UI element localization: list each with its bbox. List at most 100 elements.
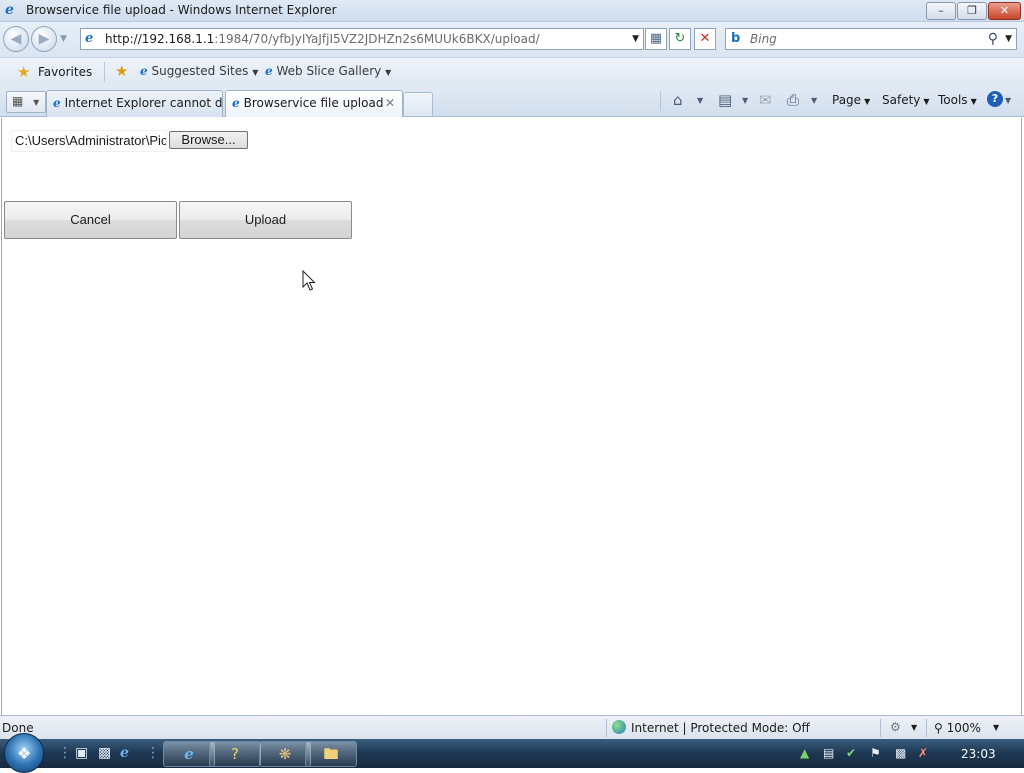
address-bar[interactable]: e http://192.168.1.1:1984/70/yfbJyIYaJfj… (80, 28, 644, 50)
network-tray-icon[interactable]: ▲ (800, 746, 809, 760)
ie-page-icon: e (232, 96, 240, 110)
browse-button[interactable]: Browse... (169, 131, 248, 149)
feeds-dropdown-icon[interactable]: ▼ (742, 96, 748, 105)
favorites-star-icon: ★ (17, 63, 31, 81)
close-tab-icon[interactable]: ✕ (385, 96, 395, 110)
server-manager-icon[interactable]: ▩ (98, 745, 111, 761)
compatibility-view-icon[interactable]: ▦ (645, 28, 667, 50)
globe-icon (612, 720, 626, 734)
taskbar-paint-app[interactable]: ❋ (259, 741, 311, 767)
separator (926, 719, 927, 737)
volume-muted-icon[interactable]: ✗ (918, 746, 928, 760)
home-icon[interactable]: ⌂ (673, 91, 683, 109)
chevron-down-icon: ▼ (923, 97, 930, 106)
zoom-label: 100% (946, 721, 981, 735)
navigation-bar: ◀ ▶ ▼ e http://192.168.1.1:1984/70/yfbJy… (0, 22, 1024, 57)
help-dropdown-icon[interactable]: ▼ (1005, 96, 1011, 105)
suggested-sites-link[interactable]: e Suggested Sites ▼ (140, 64, 258, 78)
help-icon[interactable]: ? (987, 91, 1003, 107)
back-button[interactable]: ◀ (3, 26, 29, 52)
clipboard-tray-icon[interactable]: ▤ (823, 746, 834, 760)
security-zone-label: Internet | Protected Mode: Off (631, 721, 810, 735)
quick-tabs-icon: ▦ (12, 94, 24, 108)
separator (606, 719, 607, 737)
status-bar: Done Internet | Protected Mode: Off ⚙ ▼ … (0, 715, 1024, 739)
taskbar-grip-icon: ⋮ (146, 745, 160, 761)
tab-list-dropdown-icon[interactable]: ▼ (33, 98, 39, 107)
protected-mode-icon[interactable]: ⚙ (890, 720, 901, 734)
window-title: Browservice file upload - Windows Intern… (26, 3, 337, 17)
address-url[interactable]: http://192.168.1.1:1984/70/yfbJyIYaJfjI5… (105, 32, 540, 46)
safety-menu[interactable]: Safety ▼ (882, 93, 930, 107)
favorites-button[interactable]: ★ Favorites (8, 61, 94, 83)
ie-page-icon: e (265, 64, 273, 78)
refresh-icon[interactable]: ↻ (669, 28, 691, 50)
favorites-label: Favorites (38, 65, 93, 79)
ie-quicklaunch-icon[interactable]: e (120, 745, 129, 761)
taskbar: ❖ ⋮ ▣ ▩ e ⋮ e ? ❋ 🖿 ▲ ▤ ✔ ⚑ ▩ ✗ 23:03 (0, 733, 1024, 773)
tab-ie-cannot-display[interactable]: e Internet Explorer cannot di... (46, 90, 223, 117)
zoom-dropdown-icon[interactable]: ▼ (993, 723, 999, 732)
quick-tabs-button[interactable]: ▦ ▼ (6, 91, 46, 113)
maximize-button[interactable]: ❐ (957, 2, 987, 20)
start-button[interactable]: ❖ (4, 733, 44, 773)
security-shield-tray-icon[interactable]: ✔ (846, 746, 856, 760)
tab-label: Internet Explorer cannot di... (64, 96, 223, 110)
stop-icon[interactable]: ✕ (694, 28, 716, 50)
cancel-button[interactable]: Cancel (4, 201, 177, 239)
web-slice-gallery-label: Web Slice Gallery (276, 64, 382, 78)
minimize-button[interactable]: – (926, 2, 956, 20)
search-options-dropdown-icon[interactable]: ▼ (1005, 34, 1012, 44)
chevron-down-icon: ▼ (252, 68, 259, 77)
tools-menu[interactable]: Tools ▼ (938, 93, 977, 107)
separator (880, 719, 881, 737)
show-desktop-icon[interactable]: ▣ (75, 745, 88, 761)
new-tab-button[interactable] (403, 92, 433, 116)
taskbar-explorer-folder[interactable]: 🖿 (305, 741, 357, 767)
taskbar-help-app[interactable]: ? (209, 741, 261, 767)
ie-page-icon: e (140, 64, 148, 78)
favorites-bar: ★ Favorites ★ e Suggested Sites ▼ e Web … (0, 57, 1024, 86)
page-icon: e (85, 31, 94, 46)
safety-menu-label: Safety (882, 93, 921, 107)
upload-button[interactable]: Upload (179, 201, 352, 239)
title-bar: e Browservice file upload - Windows Inte… (0, 0, 1024, 22)
taskbar-internet-explorer[interactable]: e (163, 741, 215, 767)
tab-label: Browservice file upload (243, 96, 384, 110)
search-icon[interactable]: ⚲ (988, 31, 998, 47)
separator (660, 91, 661, 111)
ie-logo-icon: e (5, 2, 14, 18)
print-icon[interactable]: ⎙ (787, 91, 799, 109)
close-button[interactable]: ✕ (988, 2, 1021, 20)
chevron-down-icon: ▼ (970, 97, 977, 106)
page-menu-label: Page (832, 93, 862, 107)
page-content: C:\Users\Administrator\Pictures Browse..… (1, 118, 1022, 715)
tab-browservice-file-upload[interactable]: e Browservice file upload ✕ (225, 90, 403, 117)
read-mail-icon[interactable]: ✉ (759, 91, 772, 109)
feeds-icon[interactable]: ▤ (718, 91, 732, 109)
bing-logo-icon: b (731, 31, 741, 46)
zoom-icon: ⚲ (934, 721, 943, 735)
action-center-flag-icon[interactable]: ⚑ (870, 746, 881, 760)
file-path-input[interactable]: C:\Users\Administrator\Pictures (11, 130, 167, 152)
web-slice-gallery-link[interactable]: e Web Slice Gallery ▼ (265, 64, 391, 78)
forward-button[interactable]: ▶ (31, 26, 57, 52)
tools-menu-label: Tools (938, 93, 968, 107)
windows-logo-icon: ❖ (17, 744, 32, 763)
address-dropdown-icon[interactable]: ▼ (632, 34, 639, 44)
search-input[interactable]: Bing (750, 32, 777, 46)
protected-mode-dropdown-icon[interactable]: ▼ (911, 723, 917, 732)
separator (104, 62, 105, 82)
mouse-cursor-icon (302, 270, 316, 291)
page-menu[interactable]: Page ▼ (832, 93, 870, 107)
display-tray-icon[interactable]: ▩ (895, 746, 906, 760)
recent-pages-dropdown-icon[interactable]: ▼ (60, 34, 67, 44)
search-box[interactable]: b Bing ⚲ ▼ (725, 28, 1017, 50)
home-dropdown-icon[interactable]: ▼ (697, 96, 703, 105)
security-zone[interactable]: Internet | Protected Mode: Off (612, 720, 810, 735)
taskbar-clock[interactable]: 23:03 (961, 747, 996, 761)
print-dropdown-icon[interactable]: ▼ (811, 96, 817, 105)
add-to-favorites-bar-icon[interactable]: ★ (115, 62, 128, 80)
tab-bar: ▦ ▼ e Internet Explorer cannot di... e Bro… (0, 86, 1024, 117)
zoom-level[interactable]: ⚲ 100% (934, 721, 981, 735)
